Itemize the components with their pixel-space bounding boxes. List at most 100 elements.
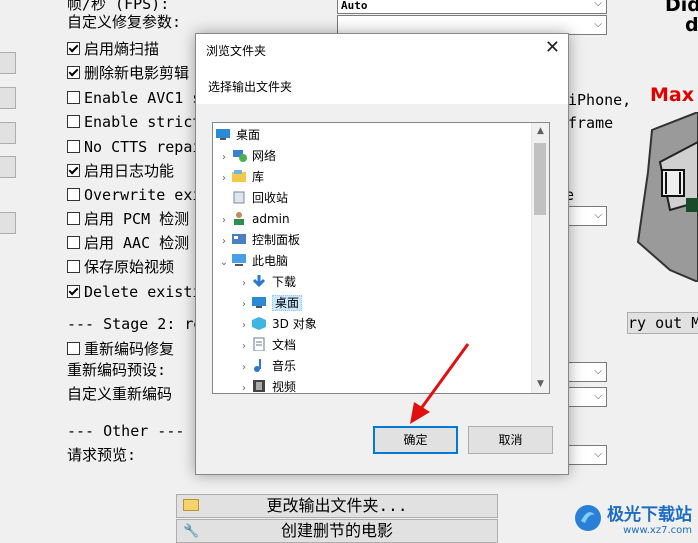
setting-checkbox[interactable] xyxy=(67,342,80,355)
tree-item[interactable]: › 网络 xyxy=(217,146,276,166)
setting-line[interactable]: 启用日志功能 xyxy=(67,162,174,180)
dialog-body: 桌面 › 网络 › 库回收站 › admin › 控制面板 ⌄ 此电脑 › 下载 › 桌面 › 3D 对象 › 文档… xyxy=(196,104,568,474)
chevron-right-icon[interactable]: › xyxy=(237,274,251,294)
fps-combo-value: Auto xyxy=(341,0,368,12)
fps-combo[interactable]: Auto ⌵ xyxy=(337,0,607,14)
setting-line[interactable]: Delete existi xyxy=(67,283,201,301)
ok-button[interactable]: 确定 xyxy=(373,426,458,454)
iphone-text: iPhone, xyxy=(568,91,632,109)
side-button-2[interactable] xyxy=(0,87,16,109)
setting-label: 启用熵扫描 xyxy=(84,40,160,58)
user-icon xyxy=(231,211,247,225)
custom-reencode-combo[interactable]: ⌵ xyxy=(567,387,607,407)
reencode-preset-combo[interactable]: ⌵ xyxy=(567,362,607,382)
setting-label: 启用 AAC 检测 xyxy=(84,234,190,252)
setting-line[interactable]: 启用熵扫描 xyxy=(67,40,159,58)
network-icon xyxy=(231,148,247,162)
chevron-right-icon[interactable]: › xyxy=(217,148,231,168)
chevron-right-icon[interactable]: › xyxy=(217,232,231,252)
setting-label: Delete existi xyxy=(84,283,202,301)
tree-item[interactable]: › 控制面板 xyxy=(217,230,300,250)
side-button-1[interactable] xyxy=(0,52,16,74)
tree-item[interactable]: › 下载 xyxy=(237,272,296,292)
scroll-down-icon[interactable]: ▼ xyxy=(532,376,549,393)
setting-label: 自定义修复参数: xyxy=(67,13,182,31)
tree-item-label: 回收站 xyxy=(252,191,289,205)
scroll-up-icon[interactable]: ▲ xyxy=(532,123,549,140)
setting-checkbox[interactable] xyxy=(67,140,80,153)
side-button-5[interactable] xyxy=(0,212,16,234)
tree-item[interactable]: 桌面 xyxy=(215,125,260,145)
music-icon xyxy=(251,358,267,372)
logo-text-2: d xyxy=(685,14,698,36)
setting-line[interactable]: Enable AVC1 s xyxy=(67,89,201,107)
setting-checkbox[interactable] xyxy=(67,236,80,249)
folder-tree[interactable]: 桌面 › 网络 › 库回收站 › admin › 控制面板 ⌄ 此电脑 › 下载 › 桌面 › 3D 对象 › 文档… xyxy=(212,122,550,394)
cancel-button[interactable]: 取消 xyxy=(468,426,553,454)
setting-checkbox[interactable] xyxy=(67,285,80,298)
chevron-down-icon[interactable]: ⌄ xyxy=(217,253,231,273)
setting-line[interactable]: Enable strict xyxy=(67,113,201,131)
tree-item[interactable]: › 库 xyxy=(217,167,264,187)
tree-item[interactable]: › 音乐 xyxy=(237,356,296,376)
chevron-right-icon[interactable]: › xyxy=(237,295,251,315)
setting-label: 重新编码预设: xyxy=(67,361,167,379)
create-cut-movie-button[interactable]: 🔧 创建删节的电影 xyxy=(176,519,498,543)
setting-checkbox[interactable] xyxy=(67,42,80,55)
preview-combo[interactable]: ⌵ xyxy=(567,445,607,465)
stage-combo[interactable]: ⌵ xyxy=(567,206,607,226)
setting-line[interactable]: 启用 AAC 检测 xyxy=(67,234,189,252)
chevron-right-icon[interactable]: › xyxy=(217,169,231,189)
tree-item-label: 视频 xyxy=(272,380,297,394)
setting-checkbox[interactable] xyxy=(67,164,80,177)
setting-checkbox[interactable] xyxy=(67,212,80,225)
tree-item-label: 文档 xyxy=(272,338,297,352)
tree-item-label: admin xyxy=(252,212,290,226)
change-output-folder-button[interactable]: 更改输出文件夹... xyxy=(176,494,498,518)
library-icon xyxy=(231,169,247,183)
scroll-thumb[interactable] xyxy=(534,143,546,215)
setting-label: Enable strict xyxy=(84,113,202,131)
control-panel-icon xyxy=(231,232,247,246)
carry-out-button[interactable]: ry out M xyxy=(627,312,698,334)
setting-checkbox[interactable] xyxy=(67,66,80,79)
setting-line: 请求预览: xyxy=(67,446,136,464)
chevron-right-icon[interactable]: › xyxy=(237,316,251,336)
tree-item[interactable]: › 3D 对象 xyxy=(237,314,317,334)
tree-item[interactable]: › 桌面 xyxy=(237,293,303,315)
chevron-right-icon[interactable]: › xyxy=(237,379,251,393)
setting-checkbox[interactable] xyxy=(67,115,80,128)
custom-params-combo[interactable]: ⌵ xyxy=(337,15,607,35)
close-icon[interactable]: ✕ xyxy=(545,37,560,58)
frame-text: frame xyxy=(568,114,614,132)
setting-label: 重新编码修复 xyxy=(84,340,175,358)
side-button-3[interactable] xyxy=(0,122,16,144)
tree-item-label: 网络 xyxy=(252,149,277,163)
tree-item[interactable]: › 文档 xyxy=(237,335,296,355)
setting-checkbox[interactable] xyxy=(67,260,80,273)
setting-line[interactable]: Overwrite exi xyxy=(67,186,201,204)
chevron-right-icon[interactable]: › xyxy=(237,358,251,378)
setting-checkbox[interactable] xyxy=(67,91,80,104)
setting-line[interactable]: 启用 PCM 检测 xyxy=(67,210,189,228)
side-button-4[interactable] xyxy=(0,156,16,178)
setting-line[interactable]: No CTTS repai xyxy=(67,138,201,156)
annotation-arrow-icon xyxy=(410,343,470,424)
setting-label: Overwrite exi xyxy=(84,186,202,204)
chevron-right-icon[interactable]: › xyxy=(217,211,231,231)
computer-icon xyxy=(231,253,247,267)
tree-item[interactable]: 回收站 xyxy=(217,188,288,208)
change-output-folder-label: 更改输出文件夹... xyxy=(266,496,408,515)
setting-line[interactable]: 保存原始视频 xyxy=(67,258,174,276)
chevron-right-icon[interactable]: › xyxy=(237,337,251,357)
tree-item[interactable]: › 视频 xyxy=(237,377,297,394)
wrench-icon: 🔧 xyxy=(183,524,200,539)
setting-line[interactable]: 删除新电影剪辑 xyxy=(67,64,189,82)
desktop-icon xyxy=(251,295,267,309)
setting-checkbox[interactable] xyxy=(67,188,80,201)
tree-scrollbar[interactable]: ▲ ▼ xyxy=(531,123,549,393)
tree-item[interactable]: › admin xyxy=(217,209,290,229)
setting-line[interactable]: 重新编码修复 xyxy=(67,340,174,358)
tree-item[interactable]: ⌄ 此电脑 xyxy=(217,251,288,271)
watermark-url: www.xz7.com xyxy=(623,525,692,536)
